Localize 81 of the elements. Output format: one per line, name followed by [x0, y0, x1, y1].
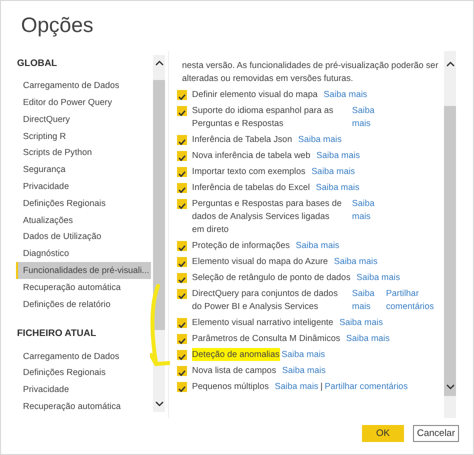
sidebar-item[interactable]: Scripting R [16, 128, 151, 144]
checkbox[interactable] [177, 366, 187, 376]
checkbox[interactable] [177, 257, 187, 267]
separator-text: | [320, 381, 323, 391]
sidebar-item[interactable]: Atualizações [16, 212, 151, 228]
learn-more-link[interactable]: Partilhar comentários [386, 287, 440, 313]
sidebar-item[interactable]: Funcionalidades de pré-visuali... [16, 262, 151, 279]
feature-label: Seleção de retângulo de ponto de dados [192, 271, 350, 284]
checkbox[interactable] [177, 183, 187, 193]
scroll-up-icon[interactable] [446, 61, 454, 67]
sidebar-item[interactable]: Diagnóstico [16, 245, 151, 262]
sidebar-scrollbar[interactable] [153, 55, 165, 412]
learn-more-link[interactable]: Saiba mais [274, 381, 318, 391]
feature-label: DirectQuery para conjuntos de dados do Power BI e Analysis Services [192, 287, 339, 313]
learn-more-link[interactable]: Saiba mais [311, 166, 355, 176]
feature-label: Importar texto com exemplos [192, 165, 306, 178]
checkbox[interactable] [177, 350, 187, 360]
checkbox[interactable] [177, 199, 187, 209]
learn-more-link[interactable]: Partilhar comentários [324, 381, 408, 391]
checkbox[interactable] [177, 151, 187, 161]
learn-more-link[interactable]: Saiba mais [316, 150, 360, 160]
section-heading: FICHEIRO ATUAL [17, 327, 98, 342]
learn-more-link[interactable]: Saiba mais [282, 365, 326, 375]
learn-more-link[interactable]: Saiba mais [298, 134, 342, 144]
sidebar-item[interactable]: Definições Regionais [16, 364, 151, 382]
sidebar-item[interactable]: Recuperação automática [16, 398, 151, 415]
checkbox[interactable] [177, 334, 187, 344]
sidebar-item[interactable]: Carregamento de Dados [16, 348, 151, 364]
sidebar-item[interactable]: DirectQuery [16, 110, 151, 128]
learn-more-link[interactable]: Saiba mais [296, 240, 340, 250]
learn-more-link[interactable]: Saiba mais [352, 287, 378, 313]
checkbox[interactable] [177, 135, 187, 145]
checkbox[interactable] [177, 273, 187, 283]
sidebar-item[interactable]: Privacidade [16, 381, 151, 398]
checkbox[interactable] [177, 382, 187, 392]
sidebar-item[interactable]: Privacidade [16, 178, 151, 195]
feature-label: Elemento visual narrativo inteligente [192, 316, 334, 329]
sidebar-item[interactable]: Scripts de Python [16, 144, 151, 162]
feature-label: Elemento visual do mapa do Azure [192, 255, 328, 268]
checkbox[interactable] [177, 241, 187, 251]
checkbox[interactable] [177, 90, 187, 100]
learn-more-link[interactable]: Saiba mais [356, 272, 400, 282]
checkbox[interactable] [177, 318, 187, 328]
scroll-down-icon[interactable] [446, 384, 454, 390]
learn-more-link[interactable]: Saiba mais [282, 349, 326, 359]
learn-more-link[interactable]: Saiba mais [352, 197, 378, 223]
section-heading: GLOBAL [17, 57, 58, 71]
checkbox[interactable] [177, 167, 187, 177]
feature-label: Pequenos múltiplos [192, 380, 269, 393]
feature-label: Suporte do idioma espanhol para as Perguntas e Respostas [192, 104, 334, 130]
dialog-title: Opções [20, 13, 94, 39]
ok-button[interactable]: OK [362, 425, 404, 442]
description-text: nesta versão. As funcionalidades de pré-visualização poderão ser alteradas ou removidas em versões futuras. [182, 59, 440, 85]
scroll-down-icon[interactable] [154, 401, 164, 407]
checkbox[interactable] [177, 289, 187, 299]
sidebar-item[interactable]: Recuperação automática [16, 278, 151, 296]
learn-more-link[interactable]: Saiba mais [316, 182, 360, 192]
feature-label: Nova lista de campos [192, 364, 276, 377]
feature-label: Proteção de informações [192, 239, 290, 252]
scroll-up-icon[interactable] [154, 60, 164, 66]
learn-more-link[interactable]: Saiba mais [339, 317, 383, 327]
learn-more-link[interactable]: Saiba mais [346, 333, 390, 343]
sidebar-item[interactable]: Segurança [16, 161, 151, 178]
feature-label: Parâmetros de Consulta M Dinâmicos [192, 332, 340, 345]
feature-label: Perguntas e Respostas para bases de dados de Analysis Services ligadas em direto [192, 197, 342, 236]
feature-label: Deteção de anomalias [192, 348, 280, 361]
feature-label: Inferência de tabelas do Excel [192, 181, 310, 194]
sidebar-item[interactable]: Carregamento de Dados [16, 77, 151, 94]
sidebar-item[interactable]: Editor do Power Query [16, 94, 151, 111]
cancel-button[interactable]: Cancelar [413, 425, 459, 442]
learn-more-link[interactable]: Saiba mais [324, 89, 368, 99]
sidebar-item[interactable]: Dados de Utilização [16, 228, 151, 246]
learn-more-link[interactable]: Saiba mais [352, 104, 378, 130]
feature-label: Inferência de Tabela Json [192, 133, 292, 146]
content-scrollbar[interactable] [444, 51, 456, 418]
learn-more-link[interactable]: Saiba mais [334, 256, 378, 266]
sidebar-item[interactable]: Definições Regionais [16, 194, 151, 212]
checkbox[interactable] [177, 106, 187, 116]
sidebar-item[interactable]: Definições de relatório [16, 296, 151, 312]
feature-label: Nova inferência de tabela web [192, 149, 310, 162]
feature-label: Definir elemento visual do mapa [192, 88, 318, 101]
